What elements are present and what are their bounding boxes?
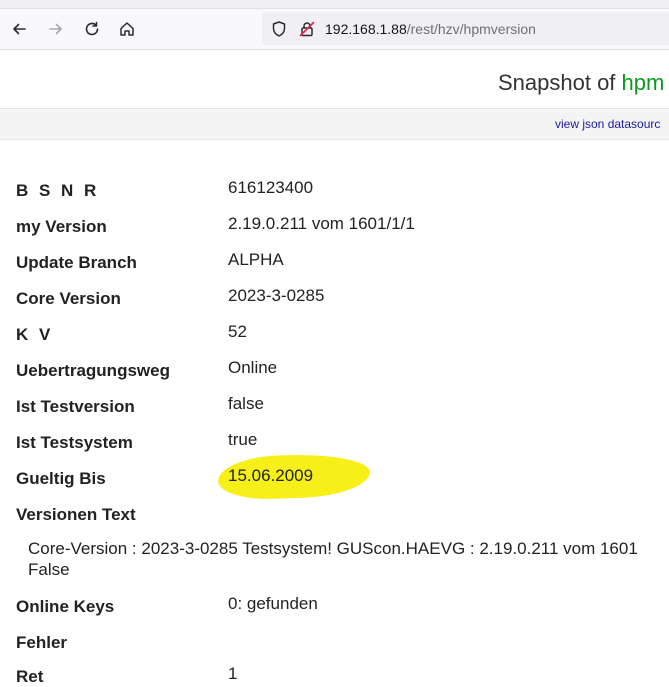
reload-button[interactable] <box>80 17 104 41</box>
home-button[interactable] <box>115 17 139 41</box>
field-value-kv: 52 <box>228 322 247 341</box>
field-value-bsnr: 616123400 <box>228 178 314 197</box>
field-value-ret: 1 <box>228 664 238 683</box>
forward-button[interactable] <box>44 17 68 41</box>
versionen-text-value: Core-Version : 2023-3-0285 Testsystem! G… <box>28 538 638 580</box>
url-text[interactable]: 192.168.1.88/rest/hzv/hpmversion <box>325 21 536 37</box>
arrow-right-icon <box>49 23 62 35</box>
back-button[interactable] <box>7 17 31 41</box>
versionen-text-line: False <box>28 560 70 579</box>
versionen-text-line: Core-Version : 2023-3-0285 Testsystem! G… <box>28 539 638 558</box>
home-icon <box>120 22 134 36</box>
field-value-gueltig-bis: 15.06.2009 <box>228 466 314 485</box>
field-label-uebertragungsweg: Uebertragungsweg <box>16 361 170 380</box>
address-bar[interactable]: 192.168.1.88/rest/hzv/hpmversion <box>262 12 669 45</box>
url-path: /rest/hzv/hpmversion <box>406 21 536 37</box>
field-label-core-version: Core Version <box>16 289 121 308</box>
field-label-bsnr: B S N R <box>16 181 100 200</box>
field-value-ist-testversion: false <box>228 394 264 413</box>
page-header: Snapshot of hpm <box>0 50 669 109</box>
view-json-link[interactable]: view json datasourc <box>555 117 660 131</box>
field-label-ist-testversion: Ist Testversion <box>16 397 135 416</box>
field-value-core-version: 2023-3-0285 <box>228 286 325 305</box>
field-label-my-version: my Version <box>16 217 107 236</box>
field-value-uebertragungsweg: Online <box>228 358 278 377</box>
field-value-my-version: 2.19.0.211 vom 1601/1/1 <box>228 214 415 233</box>
field-label-kv: K V <box>16 325 54 344</box>
url-host: 192.168.1.88 <box>325 21 407 37</box>
field-value-ist-testsystem: true <box>228 430 258 449</box>
page-title: Snapshot of hpm <box>498 70 664 96</box>
browser-toolbar: 192.168.1.88/rest/hzv/hpmversion <box>0 9 669 50</box>
page-title-accent: hpm <box>621 70 665 95</box>
field-label-online-keys: Online Keys <box>16 597 115 616</box>
field-label-ret: Ret <box>16 667 44 686</box>
field-label-fehler: Fehler <box>16 633 68 652</box>
field-value-update-branch: ALPHA <box>228 250 284 269</box>
browser-tab-strip <box>0 0 669 9</box>
shield-icon[interactable] <box>270 20 288 38</box>
insecure-lock-icon[interactable] <box>298 20 316 38</box>
field-label-versionen-text: Versionen Text <box>16 505 136 524</box>
field-value-online-keys: 0: gefunden <box>228 594 318 613</box>
datasource-bar: view json datasourc <box>0 109 669 140</box>
field-label-gueltig-bis: Gueltig Bis <box>16 469 106 488</box>
field-label-update-branch: Update Branch <box>16 253 137 272</box>
reload-icon <box>85 21 99 36</box>
page-title-prefix: Snapshot of <box>498 70 622 95</box>
arrow-left-icon <box>13 23 26 35</box>
field-label-ist-testsystem: Ist Testsystem <box>16 433 133 452</box>
